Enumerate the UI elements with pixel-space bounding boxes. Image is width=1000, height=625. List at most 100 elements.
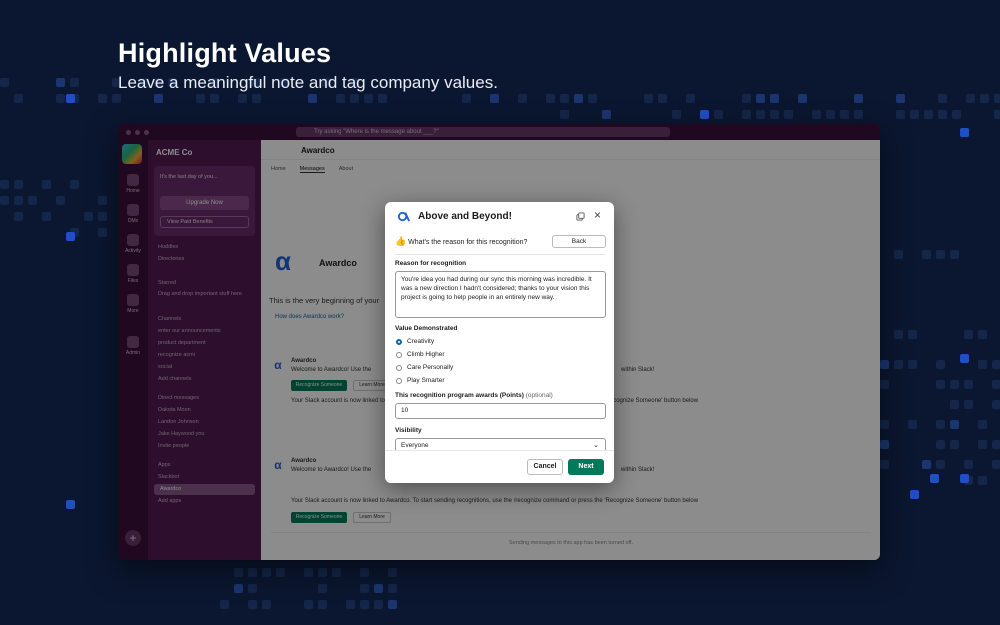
background-pixel [938, 94, 947, 103]
background-pixel [546, 94, 555, 103]
background-pixel [992, 460, 1000, 469]
background-pixel [70, 78, 79, 87]
value-option-care-personally[interactable]: Care Personally [396, 364, 453, 371]
radio-icon [396, 377, 402, 384]
background-pixel [854, 110, 863, 119]
background-pixel [964, 460, 973, 469]
reason-textarea[interactable]: You're idea you had during our sync this… [395, 271, 606, 318]
background-pixel [644, 94, 653, 103]
background-pixel [14, 212, 23, 221]
background-pixel [896, 110, 905, 119]
background-pixel [42, 180, 51, 189]
modal-body: 👍 What's the reason for this recognition… [385, 232, 614, 450]
background-pixel [318, 600, 327, 609]
background-pixel [770, 94, 779, 103]
background-pixel-accent [960, 474, 969, 483]
visibility-select[interactable]: Everyone ⌄ [395, 438, 606, 450]
back-button[interactable]: Back [552, 235, 606, 248]
background-pixel [756, 94, 765, 103]
thumbs-up-icon: 👍 [395, 236, 407, 246]
background-pixel [978, 420, 987, 429]
background-pixel [490, 94, 499, 103]
values-label: Value Demonstrated [395, 325, 458, 332]
background-pixel [308, 94, 317, 103]
background-pixel [196, 94, 205, 103]
background-pixel [908, 330, 917, 339]
background-pixel-accent [66, 232, 75, 241]
radio-icon [396, 351, 402, 358]
background-pixel [336, 94, 345, 103]
background-pixel [964, 380, 973, 389]
copy-icon[interactable] [576, 212, 585, 221]
background-pixel [346, 600, 355, 609]
background-pixel [992, 400, 1000, 409]
background-pixel [922, 250, 931, 259]
background-pixel [248, 568, 257, 577]
value-option-creativity[interactable]: Creativity [396, 338, 434, 345]
background-pixel [880, 460, 889, 469]
background-pixel [966, 94, 975, 103]
reason-question: 👍 What's the reason for this recognition… [395, 236, 528, 246]
background-pixel [112, 94, 121, 103]
background-pixel [14, 94, 23, 103]
background-pixel [56, 78, 65, 87]
awardco-logo-icon [397, 211, 410, 222]
background-pixel [936, 380, 945, 389]
background-pixel [574, 94, 583, 103]
background-pixel [894, 330, 903, 339]
background-pixel [234, 568, 243, 577]
value-option-climb-higher[interactable]: Climb Higher [396, 351, 445, 358]
modal-title: Above and Beyond! [418, 211, 512, 222]
background-pixel [936, 460, 945, 469]
background-pixel [978, 440, 987, 449]
next-button[interactable]: Next [568, 459, 604, 475]
points-input[interactable]: 10 [395, 403, 606, 419]
background-pixel [276, 568, 285, 577]
divider [395, 254, 605, 255]
background-pixel [350, 94, 359, 103]
background-pixel [0, 196, 9, 205]
background-pixel [880, 440, 889, 449]
background-pixel [248, 584, 257, 593]
value-option-play-smarter[interactable]: Play Smarter [396, 377, 445, 384]
background-pixel [388, 568, 397, 577]
background-pixel [388, 584, 397, 593]
background-pixel [14, 180, 23, 189]
background-pixel [784, 110, 793, 119]
background-pixel [686, 94, 695, 103]
background-pixel [936, 250, 945, 259]
background-pixel [388, 600, 397, 609]
background-pixel [938, 110, 947, 119]
background-pixel [56, 196, 65, 205]
background-pixel [826, 110, 835, 119]
background-pixel [922, 460, 931, 469]
background-pixel [880, 420, 889, 429]
background-pixel [318, 584, 327, 593]
modal-footer: Cancel Next [385, 450, 614, 483]
background-pixel [304, 568, 313, 577]
background-pixel-accent [700, 110, 709, 119]
background-pixel [980, 94, 989, 103]
background-pixel [908, 360, 917, 369]
close-icon[interactable]: × [594, 209, 601, 221]
visibility-label: Visibility [395, 427, 422, 434]
background-pixel [360, 584, 369, 593]
background-pixel [360, 600, 369, 609]
cancel-button[interactable]: Cancel [527, 459, 563, 475]
chevron-down-icon: ⌄ [593, 442, 599, 449]
background-pixel [28, 196, 37, 205]
background-pixel-accent [66, 500, 75, 509]
background-pixel [98, 212, 107, 221]
background-pixel [560, 94, 569, 103]
background-pixel-accent [960, 128, 969, 137]
background-pixel [908, 420, 917, 429]
background-pixel [560, 110, 569, 119]
background-pixel [742, 110, 751, 119]
background-pixel [978, 330, 987, 339]
background-pixel [950, 250, 959, 259]
background-pixel [994, 110, 1000, 119]
background-pixel-accent [930, 474, 939, 483]
background-pixel [950, 420, 959, 429]
background-pixel [894, 360, 903, 369]
background-pixel [360, 568, 369, 577]
